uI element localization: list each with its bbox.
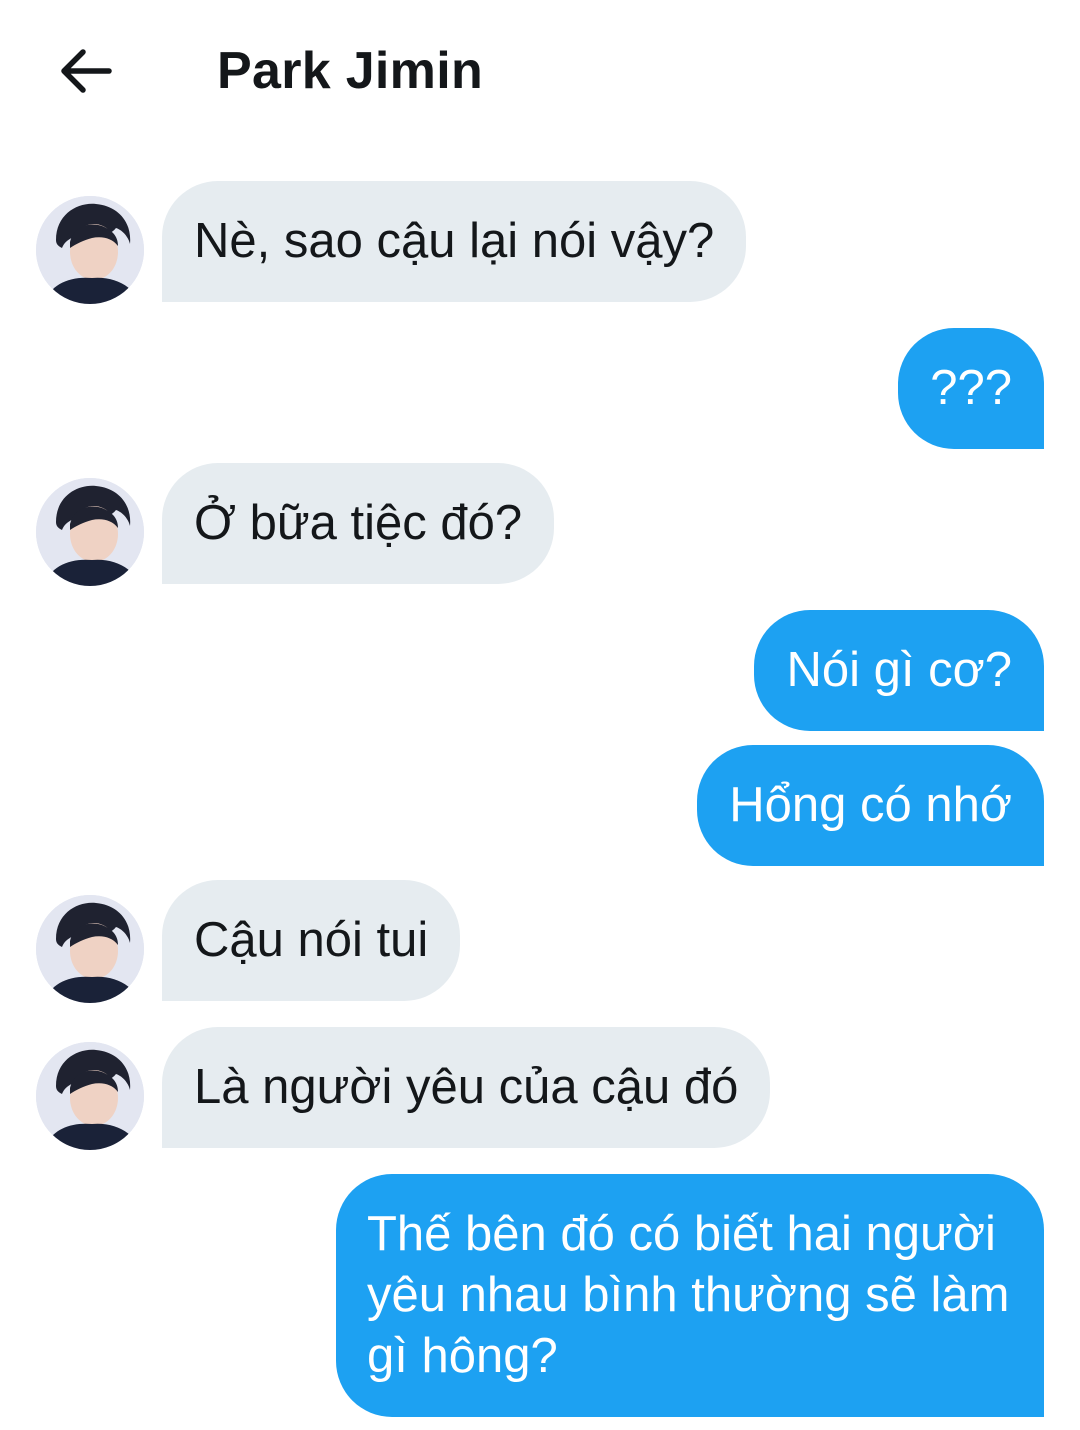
message-text: Cậu nói tui [194, 913, 429, 967]
contact-avatar[interactable] [36, 196, 144, 304]
message-bubble-incoming[interactable]: Cậu nói tui [162, 880, 461, 1001]
message-text: Là người yêu của cậu đó [194, 1060, 739, 1114]
message-bubble-outgoing[interactable]: Thế bên đó có biết hai người yêu nhau bì… [336, 1174, 1044, 1417]
message-text: ??? [930, 361, 1012, 415]
message-bubble-incoming[interactable]: Ở bữa tiệc đó? [162, 463, 555, 584]
message-text: Thế bên đó có biết hai người yêu nhau bì… [367, 1207, 1010, 1383]
message-text: Nói gì cơ? [786, 643, 1012, 697]
contact-avatar[interactable] [36, 895, 144, 1003]
message-text: Ở bữa tiệc đó? [194, 496, 523, 550]
message-bubble-outgoing[interactable]: ??? [898, 328, 1044, 449]
message-bubble-incoming[interactable]: Là người yêu của cậu đó [162, 1027, 771, 1148]
contact-avatar[interactable] [36, 478, 144, 586]
message-bubble-incoming[interactable]: Nè, sao cậu lại nói vậy? [162, 181, 747, 302]
message-text: Nè, sao cậu lại nói vậy? [194, 214, 715, 268]
contact-avatar[interactable] [36, 1042, 144, 1150]
message-bubble-outgoing[interactable]: Hổng có nhớ [697, 745, 1044, 866]
message-thread: Nè, sao cậu lại nói vậy? ??? Ở bữa tiệc … [0, 0, 1080, 1430]
message-bubble-outgoing[interactable]: Nói gì cơ? [754, 610, 1044, 731]
message-text: Hổng có nhớ [729, 778, 1012, 832]
